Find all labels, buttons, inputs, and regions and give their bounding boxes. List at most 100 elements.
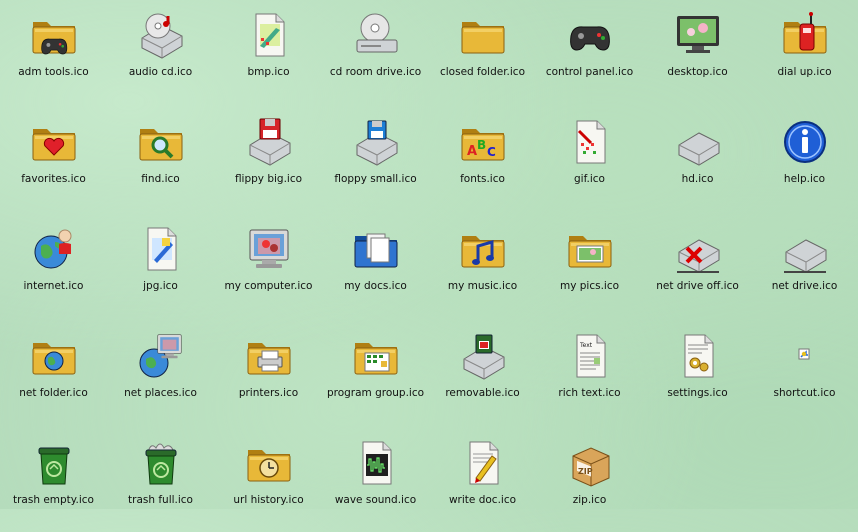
- net-drive-icon: [780, 224, 830, 274]
- desktop-icon-item[interactable]: program group.ico: [322, 325, 429, 425]
- desktop-icon-label: adm tools.ico: [18, 66, 89, 78]
- desktop-icon-label: audio cd.ico: [128, 66, 193, 78]
- desktop-icon-item[interactable]: dial up.ico: [751, 4, 858, 104]
- gif-file-icon: [565, 117, 615, 167]
- desktop-icon-label: net drive.ico: [771, 280, 838, 292]
- folder-heart-icon: [29, 117, 79, 167]
- desktop-icon-item[interactable]: audio cd.ico: [107, 4, 214, 104]
- desktop-icon-item[interactable]: floppy small.ico: [322, 111, 429, 211]
- desktop-icon-item[interactable]: net places.ico: [107, 325, 214, 425]
- floppy-drive-big-icon: [244, 117, 294, 167]
- desktop-icon-label: net places.ico: [124, 387, 197, 399]
- folder-magnifier-icon: [136, 117, 186, 167]
- desktop-icon-label: settings.ico: [667, 387, 728, 399]
- trash-full-icon: [136, 438, 186, 488]
- folder-program-group-icon: [351, 331, 401, 381]
- desktop-icon-item[interactable]: settings.ico: [644, 325, 751, 425]
- desktop-icon-label: flippy big.ico: [234, 173, 303, 185]
- desktop-icon-label: internet.ico: [23, 280, 84, 292]
- desktop-icon-item[interactable]: find.ico: [107, 111, 214, 211]
- desktop-icon-item[interactable]: bmp.ico: [215, 4, 322, 104]
- desktop-icon-item[interactable]: removable.ico: [429, 325, 536, 425]
- write-doc-icon: [458, 438, 508, 488]
- folder-pictures-icon: [565, 224, 615, 274]
- desktop-icon-label: floppy small.ico: [334, 173, 417, 185]
- desktop-icon-item[interactable]: trash empty.ico: [0, 432, 107, 532]
- svg-text:C: C: [487, 145, 496, 159]
- desktop-icon-item[interactable]: gif.ico: [536, 111, 643, 211]
- hard-drive-icon: [673, 117, 723, 167]
- desktop-icon-item[interactable]: shortcut.ico: [751, 325, 858, 425]
- gamepad-icon: [565, 10, 615, 60]
- folder-clock-icon: [244, 438, 294, 488]
- desktop-icon-label: shortcut.ico: [773, 387, 836, 399]
- trash-empty-icon: [29, 438, 79, 488]
- desktop-icon-label: my computer.ico: [224, 280, 313, 292]
- desktop-icon-item[interactable]: favorites.ico: [0, 111, 107, 211]
- desktop-icon-label: hd.ico: [681, 173, 714, 185]
- folder-gamepad-icon: [29, 10, 79, 60]
- desktop-icon-grid: adm tools.ico audio cd.ico bmp.ico cd roo…: [0, 0, 858, 509]
- desktop-icon-item[interactable]: adm tools.ico: [0, 4, 107, 104]
- desktop-icon-item[interactable]: cd room drive.ico: [322, 4, 429, 104]
- desktop-icon-item[interactable]: net drive off.ico: [644, 218, 751, 318]
- desktop-icon-item[interactable]: my docs.ico: [322, 218, 429, 318]
- settings-file-icon: [673, 331, 723, 381]
- desktop-icon-item[interactable]: help.ico: [751, 111, 858, 211]
- floppy-drive-small-icon: [351, 117, 401, 167]
- desktop-icon-label: control panel.ico: [545, 66, 634, 78]
- desktop-icon-item[interactable]: net drive.ico: [751, 218, 858, 318]
- desktop-icon-item[interactable]: my music.ico: [429, 218, 536, 318]
- desktop-icon-item[interactable]: ZIP zip.ico: [536, 432, 643, 532]
- svg-text:Text: Text: [579, 342, 593, 349]
- folder-printer-icon: [244, 331, 294, 381]
- desktop-icon-label: jpg.ico: [143, 280, 178, 292]
- desktop-icon-label: removable.ico: [445, 387, 520, 399]
- desktop-icon-item[interactable]: internet.ico: [0, 218, 107, 318]
- computer-monitor-icon: [244, 224, 294, 274]
- desktop-icon-label: bmp.ico: [247, 66, 290, 78]
- desktop-icon-label: write doc.ico: [448, 494, 517, 506]
- desktop-icon-item[interactable]: control panel.ico: [536, 4, 643, 104]
- removable-drive-icon: [458, 331, 508, 381]
- net-places-icon: [136, 331, 186, 381]
- desktop-icon-item[interactable]: url history.ico: [215, 432, 322, 532]
- desktop-icon-item[interactable]: desktop.ico: [644, 4, 751, 104]
- desktop-icon-item[interactable]: A B Cfonts.ico: [429, 111, 536, 211]
- desktop-icon-item[interactable]: my pics.ico: [536, 218, 643, 318]
- desktop-icon-label: net folder.ico: [19, 387, 88, 399]
- desktop-icon-label: my docs.ico: [344, 280, 407, 292]
- bmp-file-icon: [244, 10, 294, 60]
- folder-globe-icon: [29, 331, 79, 381]
- desktop-icon-item[interactable]: write doc.ico: [429, 432, 536, 532]
- audio-cd-icon: [136, 10, 186, 60]
- desktop-icon-item[interactable]: Text rich text.ico: [536, 325, 643, 425]
- svg-text:A: A: [467, 144, 477, 159]
- desktop-icon-label: favorites.ico: [21, 173, 86, 185]
- desktop-icon-label: printers.ico: [238, 387, 299, 399]
- desktop-icon-label: rich text.ico: [558, 387, 621, 399]
- wave-sound-file-icon: [351, 438, 401, 488]
- desktop-icon-item[interactable]: closed folder.ico: [429, 4, 536, 104]
- desktop-icon-label: closed folder.ico: [439, 66, 525, 78]
- desktop-icon-item[interactable]: flippy big.ico: [215, 111, 322, 211]
- desktop-icon-item[interactable]: trash full.ico: [107, 432, 214, 532]
- desktop-icon-item[interactable]: jpg.ico: [107, 218, 214, 318]
- desktop-icon-label: help.ico: [783, 173, 826, 185]
- closed-folder-icon: [458, 10, 508, 60]
- desktop-icon-item[interactable]: printers.ico: [215, 325, 322, 425]
- desktop-icon-item[interactable]: my computer.ico: [215, 218, 322, 318]
- desktop-icon-item[interactable]: wave sound.ico: [322, 432, 429, 532]
- svg-text:ZIP: ZIP: [578, 467, 593, 476]
- desktop-icon-item[interactable]: hd.ico: [644, 111, 751, 211]
- desktop-icon-label: desktop.ico: [667, 66, 728, 78]
- globe-person-icon: [29, 224, 79, 274]
- desktop-icon-label: cd room drive.ico: [329, 66, 422, 78]
- desktop-icon-label: my pics.ico: [559, 280, 620, 292]
- desktop-icon-label: trash full.ico: [128, 494, 193, 506]
- desktop-icon-label: url history.ico: [233, 494, 304, 506]
- desktop-icon-label: zip.ico: [572, 494, 607, 506]
- desktop-icon-item[interactable]: net folder.ico: [0, 325, 107, 425]
- desktop-icon-label: dial up.ico: [777, 66, 832, 78]
- cd-drive-icon: [351, 10, 401, 60]
